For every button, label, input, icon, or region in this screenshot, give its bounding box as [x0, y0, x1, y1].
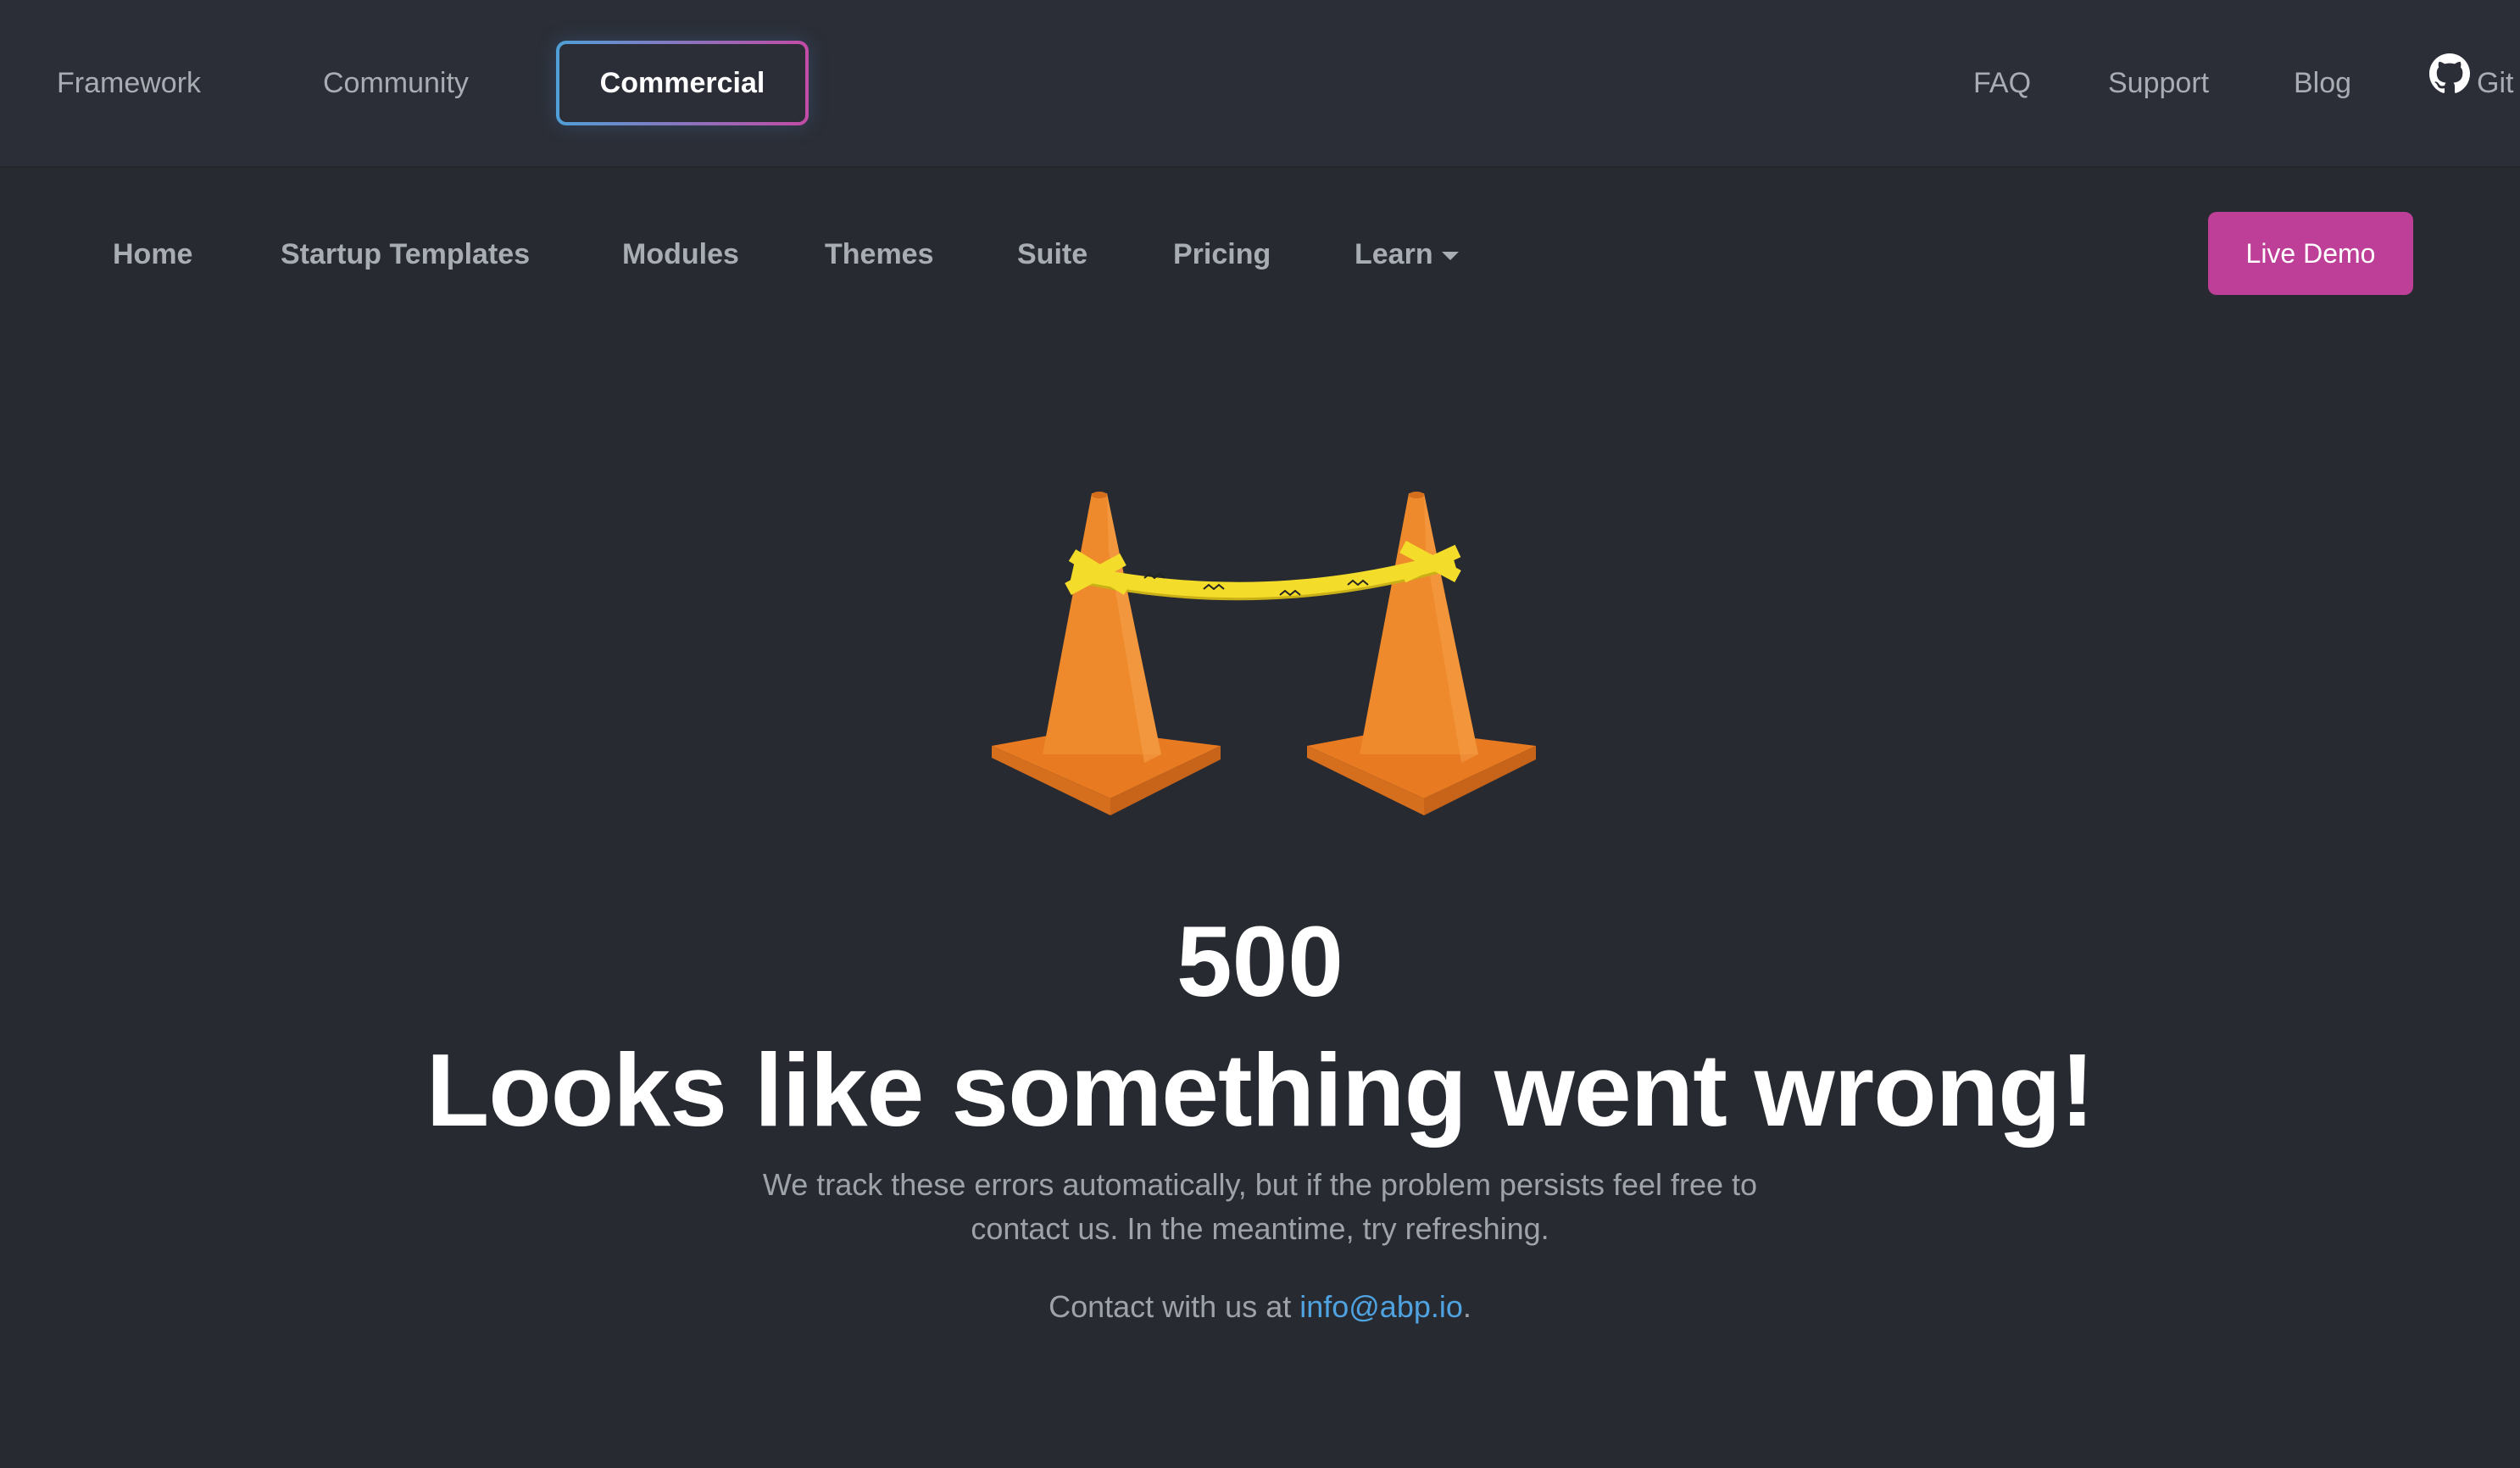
- nav-faq[interactable]: FAQ: [1973, 0, 2031, 166]
- chevron-down-icon: [1441, 252, 1459, 261]
- traffic-cones-illustration: [983, 483, 1543, 826]
- subnav-modules[interactable]: Modules: [622, 225, 739, 283]
- subnav-learn-label: Learn: [1355, 238, 1433, 270]
- contact-email-link[interactable]: info@abp.io: [1299, 1289, 1463, 1324]
- live-demo-button[interactable]: Live Demo: [2208, 212, 2413, 295]
- top-navbar: Framework Community Commercial FAQ Suppo…: [0, 0, 2520, 168]
- subnav-home[interactable]: Home: [113, 225, 192, 283]
- nav-commercial[interactable]: Commercial: [556, 41, 809, 125]
- nav-github[interactable]: Git: [2429, 0, 2513, 166]
- subnav-startup-templates[interactable]: Startup Templates: [281, 225, 530, 283]
- contact-prefix: Contact with us at: [1049, 1289, 1300, 1324]
- subnav-suite[interactable]: Suite: [1017, 225, 1088, 283]
- github-icon: [2429, 2, 2470, 168]
- subnav-themes[interactable]: Themes: [825, 225, 934, 283]
- nav-community[interactable]: Community: [323, 0, 469, 166]
- error-description: We track these errors automatically, but…: [762, 1167, 1758, 1246]
- contact-line: Contact with us at info@abp.io.: [0, 1285, 2520, 1329]
- contact-suffix: .: [1462, 1289, 1471, 1324]
- nav-support[interactable]: Support: [2108, 0, 2209, 166]
- error-headline: Looks like something went wrong!: [426, 1032, 2095, 1148]
- nav-blog[interactable]: Blog: [2294, 0, 2351, 166]
- subnav-pricing[interactable]: Pricing: [1173, 225, 1271, 283]
- subnav-learn[interactable]: Learn: [1355, 225, 1459, 283]
- nav-github-label: Git: [2477, 67, 2514, 99]
- nav-framework[interactable]: Framework: [57, 0, 201, 166]
- error-code: 500: [1177, 906, 1343, 1018]
